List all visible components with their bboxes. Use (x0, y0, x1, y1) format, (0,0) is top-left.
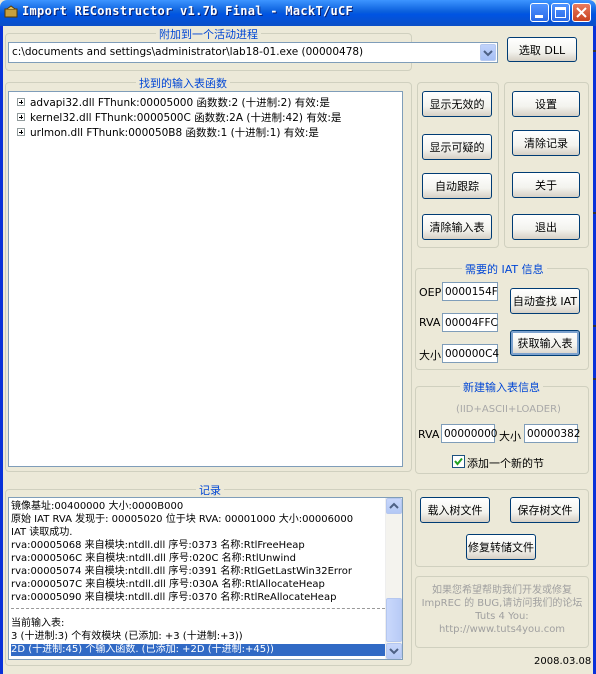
show-invalid-button[interactable]: 显示无效的 (422, 91, 492, 117)
attach-group-title: 附加到一个活动进程 (156, 26, 261, 42)
fix-dump-button[interactable]: 修复转储文件 (466, 534, 536, 560)
scroll-up-button[interactable] (386, 498, 402, 514)
iat-rva-input[interactable]: 00004FFC (442, 313, 498, 332)
info-line-2: ImpREC 的 BUG,请访问我们的论坛 (421, 598, 583, 609)
expand-icon[interactable] (17, 128, 25, 136)
tree-item[interactable]: kernel32.dll FThunk:0000500C 函数数:2A (十进制… (17, 110, 341, 124)
tree-item[interactable]: advapi32.dll FThunk:00005000 函数数:2 (十进制:… (17, 95, 330, 109)
close-button[interactable] (572, 3, 591, 22)
imports-group-title: 找到的输入表函数 (136, 75, 230, 91)
exit-button[interactable]: 退出 (512, 214, 580, 240)
log-line: IAT 读取成功. (11, 527, 73, 538)
log-line: rva:00005090 来自模块:ntdll.dll 序号:0370 名称:R… (11, 592, 337, 603)
log-line: 镜像基址:00400000 大小:0000B000 (11, 501, 184, 512)
chevron-down-icon (389, 648, 399, 655)
pick-dll-button[interactable]: 选取 DLL (507, 37, 577, 62)
expand-icon[interactable] (17, 113, 25, 121)
log-line: rva:0000506C 来自模块:ntdll.dll 序号:020C 名称:R… (11, 553, 296, 564)
window-title: Import REConstructor v1.7b Final - MackT… (22, 4, 354, 18)
oep-label: OEP (419, 286, 442, 299)
log-scrollbar[interactable] (385, 498, 402, 659)
forum-link[interactable]: Tuts 4 You: http://www.tuts4you.com (418, 610, 586, 636)
new-rva-input[interactable]: 00000000 (441, 424, 497, 443)
process-value: c:\documents and settings\administrator\… (12, 46, 364, 58)
get-imports-button[interactable]: 获取输入表 (510, 330, 580, 356)
log-line: 当前输入表: (11, 618, 65, 629)
new-size-label: 大小 (499, 430, 521, 443)
imports-tree[interactable]: advapi32.dll FThunk:00005000 函数数:2 (十进制:… (8, 91, 403, 467)
process-select[interactable]: c:\documents and settings\administrator\… (8, 42, 498, 63)
minimize-icon (535, 15, 543, 18)
settings-button[interactable]: 设置 (512, 91, 580, 117)
maximize-button[interactable] (551, 3, 570, 22)
new-import-group-title: 新建输入表信息 (460, 379, 543, 395)
rva-label: RVA (419, 316, 441, 329)
log-list[interactable]: 镜像基址:00400000 大小:0000B000 原始 IAT RVA 发现于… (8, 497, 403, 660)
tree-item-label: kernel32.dll FThunk:0000500C 函数数:2A (十进制… (30, 111, 342, 124)
title-bar[interactable]: Import REConstructor v1.7b Final - MackT… (0, 0, 596, 26)
tree-item-label: advapi32.dll FThunk:00005000 函数数:2 (十进制:… (30, 96, 330, 109)
expand-icon[interactable] (17, 98, 25, 106)
log-group-title: 记录 (196, 482, 224, 498)
iat-size-input[interactable]: 000000C4 (442, 344, 499, 363)
auto-search-iat-button[interactable]: 自动查找 IAT (510, 288, 580, 314)
log-line-selected[interactable]: 2D (十进制:45) 个输入函数. (已添加: +2D (十进制:+45)) (11, 644, 385, 656)
size-label: 大小 (419, 349, 441, 362)
log-separator (11, 608, 385, 609)
app-icon (4, 5, 18, 18)
build-date: 2008.03.08 (534, 656, 592, 667)
iat-info-group-title: 需要的 IAT 信息 (462, 261, 547, 277)
close-icon (576, 7, 587, 18)
add-section-checkbox[interactable] (452, 455, 465, 468)
maximize-icon (555, 7, 566, 18)
new-size-input[interactable]: 00000382 (524, 424, 580, 443)
new-import-subtitle: (IID+ASCII+LOADER) (456, 404, 561, 415)
log-line: rva:00005068 来自模块:ntdll.dll 序号:0373 名称:R… (11, 540, 305, 551)
save-tree-button[interactable]: 保存树文件 (510, 497, 580, 523)
tree-item-label: urlmon.dll FThunk:000050B8 函数数:1 (十进制:1)… (30, 126, 319, 139)
chevron-down-icon (483, 50, 493, 57)
process-dropdown-button[interactable] (480, 44, 496, 61)
minimize-button[interactable] (530, 3, 549, 22)
load-tree-button[interactable]: 载入树文件 (420, 497, 490, 523)
chevron-up-icon (389, 502, 399, 509)
info-line-1: 如果您希望帮助我们开发或修复 (432, 585, 572, 596)
log-line: rva:0000507C 来自模块:ntdll.dll 序号:030A 名称:R… (11, 579, 325, 590)
clear-imports-button[interactable]: 清除输入表 (422, 214, 492, 240)
checkmark-icon (454, 457, 463, 466)
new-rva-label: RVA (418, 428, 440, 441)
log-line: 原始 IAT RVA 发现于: 00005020 位于块 RVA: 000010… (11, 514, 354, 525)
log-line: rva:00005074 来自模块:ntdll.dll 序号:0391 名称:R… (11, 566, 352, 577)
show-suspect-button[interactable]: 显示可疑的 (422, 134, 492, 160)
window-frame-left (0, 26, 3, 674)
add-section-label[interactable]: 添加一个新的节 (467, 455, 544, 471)
scroll-thumb[interactable] (386, 598, 402, 642)
about-button[interactable]: 关于 (512, 172, 580, 198)
log-line: 3 (十进制:3) 个有效模块 (已添加: +3 (十进制:+3)) (11, 631, 243, 642)
oep-input[interactable]: 0000154F (442, 282, 498, 301)
clear-log-button[interactable]: 清除记录 (512, 130, 580, 156)
scroll-down-button[interactable] (386, 643, 402, 659)
auto-trace-button[interactable]: 自动跟踪 (422, 173, 492, 199)
tree-item[interactable]: urlmon.dll FThunk:000050B8 函数数:1 (十进制:1)… (17, 125, 319, 139)
